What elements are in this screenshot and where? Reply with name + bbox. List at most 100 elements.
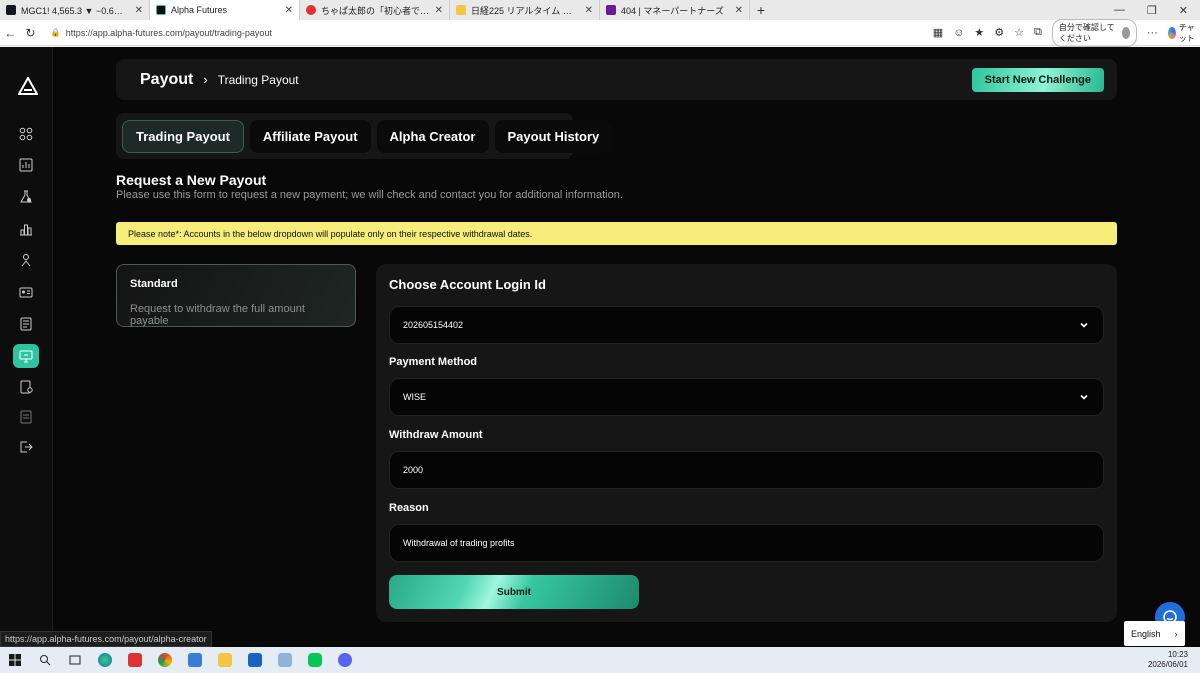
alpha-favicon-icon (156, 5, 166, 15)
amount-value: 2000 (403, 465, 424, 475)
browser-tab[interactable]: 404 | マネーパートナーズ ✕ (600, 0, 750, 20)
sidebar-item-logout[interactable] (13, 435, 39, 459)
chrome-icon[interactable] (150, 647, 180, 673)
line-icon[interactable] (300, 647, 330, 673)
notepad-icon[interactable] (270, 647, 300, 673)
chevron-right-icon: › (1174, 628, 1178, 639)
alpha-logo-icon[interactable] (18, 77, 38, 95)
back-icon[interactable]: ← (0, 26, 20, 40)
browser-tab-active[interactable]: Alpha Futures ✕ (150, 0, 300, 20)
url-field[interactable]: 🔒 https://app.alpha-futures.com/payout/t… (44, 22, 925, 43)
payment-method-select[interactable]: WISE (389, 378, 1104, 416)
more-icon[interactable]: ··· (1147, 27, 1158, 39)
moneypartners-favicon-icon (606, 5, 616, 15)
tab-alpha-creator[interactable]: Alpha Creator (376, 119, 489, 153)
sidebar-item-affiliate[interactable] (13, 248, 39, 272)
sidebar-item-notes[interactable] (13, 405, 39, 429)
chart-box-icon (19, 158, 33, 172)
page-title: Payout (140, 70, 194, 88)
notes-icon (20, 410, 32, 424)
document-icon (20, 317, 32, 331)
address-bar: ← ↻ 🔒 https://app.alpha-futures.com/payo… (0, 18, 1200, 47)
sidebar-item-payout[interactable] (13, 344, 39, 368)
task-view-icon[interactable] (60, 647, 90, 673)
language-label: English (1131, 628, 1161, 639)
extensions-icon[interactable]: ⚙ (994, 26, 1004, 39)
chevron-down-icon (1080, 394, 1088, 400)
browser-tab[interactable]: 日経225 リアルタイム チャート ✕ (450, 0, 600, 20)
tab-title: 404 | マネーパートナーズ (621, 5, 724, 16)
payment-method-label: Payment Method (389, 356, 478, 368)
chat-label: チャット (1178, 22, 1195, 43)
browser-tab[interactable]: MGC1! 4,565.3 ▼ −0.6% 無題 ✕ (0, 0, 150, 20)
link-status-bar: https://app.alpha-futures.com/payout/alp… (0, 631, 212, 647)
browser-tab[interactable]: ちゃぱ太郎の「初心者でもできるＦＸ自 ✕ (300, 0, 450, 20)
card-description: Request to withdraw the full amount paya… (130, 303, 305, 327)
sidebar-item-certificates[interactable] (13, 280, 39, 304)
language-selector[interactable]: English › (1124, 621, 1185, 646)
reason-input[interactable]: Withdrawal of trading profits (389, 524, 1104, 562)
search-icon[interactable] (30, 647, 60, 673)
refresh-icon[interactable]: ↻ (20, 26, 40, 40)
withdraw-amount-input[interactable]: 2000 (389, 451, 1104, 489)
lock-icon: 🔒 (50, 28, 61, 37)
tab-title: Alpha Futures (171, 5, 228, 15)
reason-value: Withdrawal of trading profits (403, 538, 515, 548)
reason-label: Reason (389, 502, 429, 514)
sidebar-item-stats[interactable] (13, 153, 39, 177)
profile-label: 自分で確認してください (1058, 22, 1115, 43)
discord-icon[interactable] (330, 647, 360, 673)
app-viewport: Payout › Trading Payout Start New Challe… (0, 47, 1200, 647)
sidebar-item-billing[interactable] (13, 375, 39, 399)
apps-icon[interactable]: ▦ (933, 26, 943, 39)
copilot-chat-button[interactable]: チャット (1167, 22, 1200, 44)
system-clock[interactable]: 10:23 2026/06/01 (1148, 650, 1200, 670)
browser-tab-strip: MGC1! 4,565.3 ▼ −0.6% 無題 ✕ Alpha Futures ✕… (0, 0, 1200, 20)
tab-title: MGC1! 4,565.3 ▼ −0.6% 無題 (21, 5, 130, 16)
favorite-star-icon[interactable]: ★ (974, 26, 984, 39)
edge-icon[interactable] (90, 647, 120, 673)
taskbar: 10:23 2026/06/01 (0, 647, 1200, 673)
emoji-icon[interactable]: ☺ (953, 27, 964, 39)
close-icon[interactable]: ✕ (135, 5, 143, 16)
close-icon[interactable]: ✕ (735, 5, 743, 16)
tab-trading-payout[interactable]: Trading Payout (122, 119, 244, 153)
folder-icon[interactable] (210, 647, 240, 673)
notice-banner: Please note*: Accounts in the below drop… (116, 222, 1117, 245)
close-icon[interactable]: ✕ (285, 5, 293, 16)
profile-button[interactable]: 自分で確認してください (1051, 18, 1137, 47)
maximize-icon[interactable]: ❐ (1147, 4, 1157, 17)
sidebar-item-challenges[interactable] (13, 185, 39, 209)
id-card-icon (19, 287, 33, 298)
sidebar-item-dashboard[interactable] (13, 122, 39, 146)
site-favicon-icon (306, 5, 316, 15)
avatar (1121, 26, 1130, 39)
collections-icon[interactable]: ⧉ (1034, 26, 1042, 39)
withdraw-amount-label: Withdraw Amount (389, 429, 483, 441)
store-icon[interactable] (180, 647, 210, 673)
start-button[interactable] (0, 647, 30, 673)
url-text: https://app.alpha-futures.com/payout/tra… (65, 27, 272, 38)
account-select[interactable]: 202605154402 (389, 306, 1104, 344)
close-window-icon[interactable]: ✕ (1179, 4, 1188, 17)
tab-affiliate-payout[interactable]: Affiliate Payout (249, 119, 371, 153)
flask-icon (20, 190, 32, 203)
invoice-icon (20, 380, 33, 394)
minimize-icon[interactable]: — (1114, 4, 1125, 17)
close-icon[interactable]: ✕ (585, 5, 593, 16)
favorites-icon[interactable]: ☆ (1014, 26, 1024, 39)
pinned-app-icon[interactable] (120, 647, 150, 673)
standard-payout-card[interactable]: Standard Request to withdraw the full am… (116, 264, 356, 327)
new-tab-button[interactable]: + (750, 2, 772, 18)
section-subtitle: Please use this form to request a new pa… (116, 189, 623, 201)
sidebar-item-rules[interactable] (13, 312, 39, 336)
tab-payout-history[interactable]: Payout History (494, 119, 613, 153)
start-new-challenge-button[interactable]: Start New Challenge (971, 67, 1104, 92)
submit-button[interactable]: Submit (389, 575, 639, 609)
close-icon[interactable]: ✕ (435, 5, 443, 16)
mail-icon[interactable] (240, 647, 270, 673)
sidebar-item-leaderboard[interactable] (13, 217, 39, 241)
sidebar (0, 47, 53, 647)
page-header: Payout › Trading Payout Start New Challe… (116, 59, 1117, 100)
tab-title: 日経225 リアルタイム チャート (471, 5, 580, 16)
